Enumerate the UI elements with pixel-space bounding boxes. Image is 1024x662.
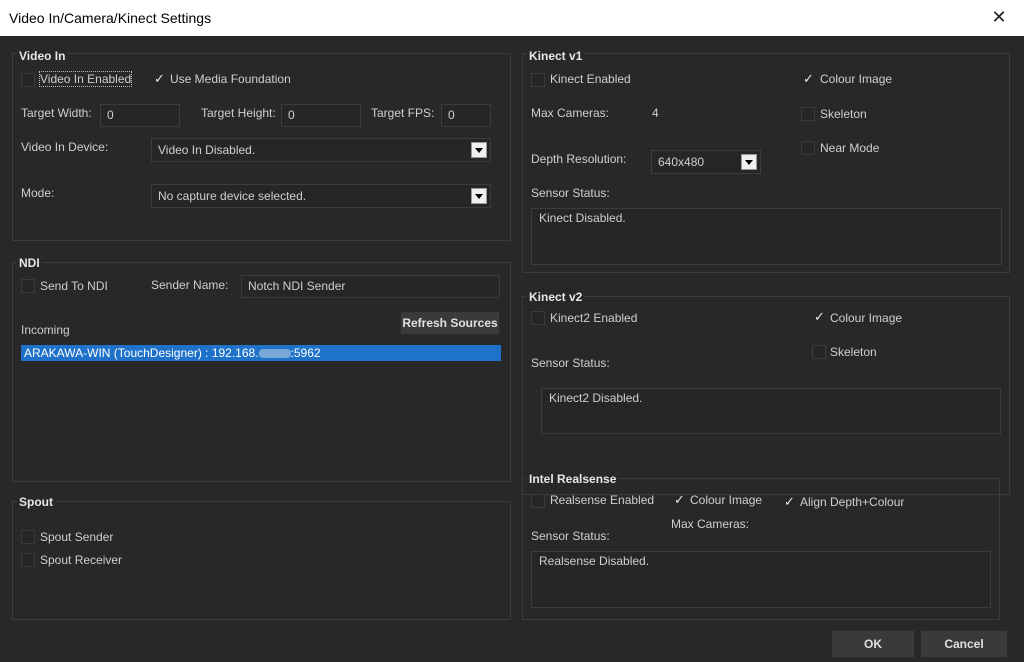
kinect2-sensor-status-box: Kinect2 Disabled. — [541, 388, 1001, 434]
kinect2-enabled-checkbox[interactable] — [531, 311, 545, 325]
chevron-down-icon[interactable] — [471, 188, 487, 204]
redacted-mask — [258, 349, 291, 359]
incoming-label: Incoming — [21, 323, 70, 337]
kinect-colour-image-label: Colour Image — [820, 72, 893, 86]
depth-resolution-label: Depth Resolution: — [531, 152, 627, 166]
near-mode-label: Near Mode — [820, 141, 880, 155]
mode-select[interactable]: No capture device selected. — [151, 184, 491, 208]
video-in-title: Video In — [17, 49, 68, 63]
target-fps-input[interactable]: 0 — [441, 104, 491, 127]
realsense-sensor-status-box: Realsense Disabled. — [531, 551, 991, 608]
kinect2-colour-image-label: Colour Image — [830, 311, 903, 325]
kinect-colour-image-checkbox[interactable]: ✓ — [801, 71, 815, 87]
dialog-body: Video In Video In Enabled ✓ Use Media Fo… — [0, 36, 1024, 662]
kinect-v1-title: Kinect v1 — [527, 49, 585, 63]
checkmark-icon: ✓ — [784, 494, 795, 509]
video-in-device-select[interactable]: Video In Disabled. — [151, 138, 491, 162]
realsense-enabled-label: Realsense Enabled — [550, 493, 655, 507]
realsense-colour-image-checkbox[interactable]: ✓ — [672, 492, 686, 508]
cancel-button[interactable]: Cancel — [920, 630, 1008, 658]
kinect-enabled-checkbox[interactable] — [531, 73, 545, 87]
window-title: Video In/Camera/Kinect Settings — [9, 10, 212, 26]
kinect-v2-title: Kinect v2 — [527, 290, 585, 304]
spout-sender-label: Spout Sender — [40, 530, 114, 544]
realsense-colour-image-label: Colour Image — [690, 493, 763, 507]
use-media-foundation-label: Use Media Foundation — [170, 72, 291, 86]
near-mode-checkbox[interactable] — [801, 141, 815, 155]
kinect-enabled-label: Kinect Enabled — [550, 72, 631, 86]
video-in-enabled-checkbox[interactable] — [21, 73, 35, 87]
kinect2-sensor-status-label: Sensor Status: — [531, 356, 610, 370]
checkmark-icon: ✓ — [154, 71, 165, 86]
spout-receiver-checkbox[interactable] — [21, 553, 35, 567]
kinect2-skeleton-checkbox[interactable] — [812, 345, 826, 359]
ndi-title: NDI — [17, 256, 42, 270]
kinect2-colour-image-checkbox[interactable]: ✓ — [812, 309, 826, 325]
close-icon[interactable]: ✕ — [988, 6, 1010, 28]
kinect2-enabled-label: Kinect2 Enabled — [550, 311, 638, 325]
spout-receiver-label: Spout Receiver — [40, 553, 123, 567]
kinect-skeleton-label: Skeleton — [820, 107, 867, 121]
spout-title: Spout — [17, 495, 55, 509]
use-media-foundation-checkbox[interactable]: ✓ — [152, 71, 166, 87]
video-in-enabled-label[interactable]: Video In Enabled — [38, 71, 133, 87]
realsense-title: Intel Realsense — [527, 472, 619, 486]
send-to-ndi-checkbox[interactable] — [21, 279, 35, 293]
target-width-input[interactable]: 0 — [100, 104, 180, 127]
checkmark-icon: ✓ — [803, 71, 814, 86]
chevron-down-icon[interactable] — [471, 142, 487, 158]
ndi-source-name: ARAKAWA-WIN (TouchDesigner) : 192.168. — [24, 346, 259, 360]
target-fps-label: Target FPS: — [371, 106, 435, 120]
realsense-sensor-status-label: Sensor Status: — [531, 529, 610, 543]
chevron-down-icon[interactable] — [741, 154, 757, 170]
title-bar: Video In/Camera/Kinect Settings ✕ — [0, 0, 1024, 36]
realsense-enabled-checkbox[interactable] — [531, 494, 545, 508]
align-depth-colour-checkbox[interactable]: ✓ — [782, 494, 796, 510]
realsense-max-cameras-label: Max Cameras: — [671, 517, 750, 531]
max-cameras-label: Max Cameras: — [531, 106, 610, 120]
sender-name-label: Sender Name: — [151, 278, 229, 292]
sender-name-input[interactable]: Notch NDI Sender — [241, 275, 500, 298]
checkmark-icon: ✓ — [814, 309, 825, 324]
kinect2-skeleton-label: Skeleton — [830, 345, 877, 359]
video-in-device-label: Video In Device: — [21, 140, 109, 154]
ndi-source-port: :5962 — [290, 346, 321, 360]
kinect-skeleton-checkbox[interactable] — [801, 107, 815, 121]
checkmark-icon: ✓ — [674, 492, 685, 507]
align-depth-colour-label: Align Depth+Colour — [800, 495, 905, 509]
kinect-sensor-status-box: Kinect Disabled. — [531, 208, 1002, 265]
refresh-sources-button[interactable]: Refresh Sources — [400, 311, 500, 335]
send-to-ndi-label: Send To NDI — [40, 279, 108, 293]
target-width-label: Target Width: — [21, 106, 92, 120]
target-height-label: Target Height: — [201, 106, 276, 120]
spout-sender-checkbox[interactable] — [21, 530, 35, 544]
max-cameras-value: 4 — [652, 106, 659, 120]
kinect-sensor-status-label: Sensor Status: — [531, 186, 610, 200]
ndi-source-item[interactable]: ARAKAWA-WIN (TouchDesigner) : 192.168. :5… — [21, 345, 501, 361]
mode-label: Mode: — [21, 186, 55, 200]
target-height-input[interactable]: 0 — [281, 104, 361, 127]
ok-button[interactable]: OK — [831, 630, 915, 658]
